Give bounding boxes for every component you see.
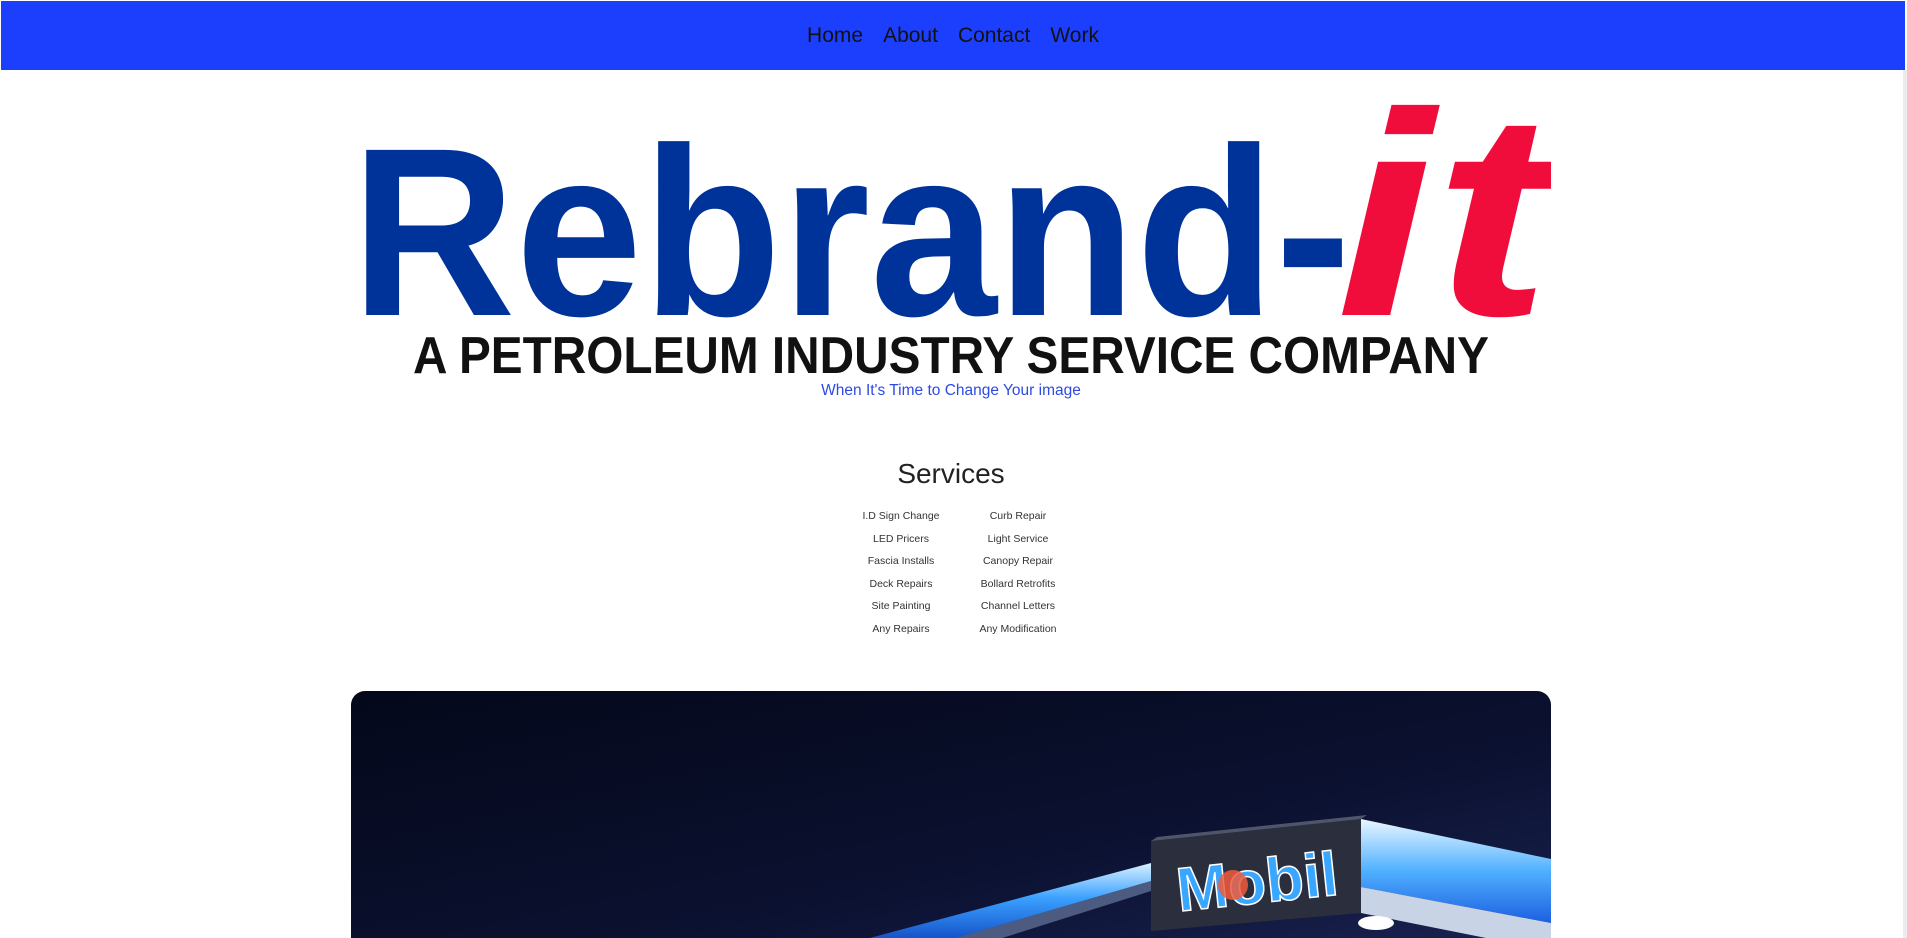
tagline: When It's Time to Change Your image bbox=[821, 382, 1081, 399]
nav-about-link[interactable]: About bbox=[883, 24, 938, 48]
service-item: Channel Letters bbox=[980, 600, 1056, 613]
scrollbar-track[interactable] bbox=[1903, 70, 1907, 938]
logo-subtitle: A PETROLEUM INDUSTRY SERVICE COMPANY bbox=[413, 327, 1489, 383]
canopy-lamp bbox=[1358, 916, 1394, 930]
service-item: Site Painting bbox=[871, 600, 931, 613]
service-item: Light Service bbox=[987, 532, 1049, 545]
service-item: Curb Repair bbox=[989, 510, 1047, 522]
services-heading: Services bbox=[897, 458, 1005, 489]
service-item: LED Pricers bbox=[872, 532, 929, 545]
service-item: Any Modification bbox=[979, 622, 1057, 635]
service-item: Bollard Retrofits bbox=[980, 577, 1056, 590]
nav-work-link[interactable]: Work bbox=[1050, 24, 1099, 48]
service-item: Deck Repairs bbox=[869, 577, 933, 590]
page: Home About Contact Work Rebrand- it A PE… bbox=[0, 0, 1907, 938]
nav-contact-link[interactable]: Contact bbox=[958, 24, 1030, 48]
gas-station-hero-image: Mobil bbox=[351, 691, 1551, 938]
services-list: I.D Sign Change Curb Repair LED Pricers … bbox=[834, 505, 1068, 641]
service-item: Any Repairs bbox=[872, 622, 930, 635]
rebrand-it-logo: Rebrand- it A PETROLEUM INDUSTRY SERVICE… bbox=[351, 98, 1551, 383]
top-navbar: Home About Contact Work bbox=[1, 1, 1905, 70]
logo-main-text: Rebrand- bbox=[351, 98, 1351, 366]
service-item: I.D Sign Change bbox=[862, 510, 940, 522]
service-item: Fascia Installs bbox=[867, 555, 935, 568]
mobil-red-o bbox=[1218, 870, 1248, 900]
nav-home-link[interactable]: Home bbox=[807, 24, 863, 48]
service-item: Canopy Repair bbox=[982, 555, 1054, 568]
